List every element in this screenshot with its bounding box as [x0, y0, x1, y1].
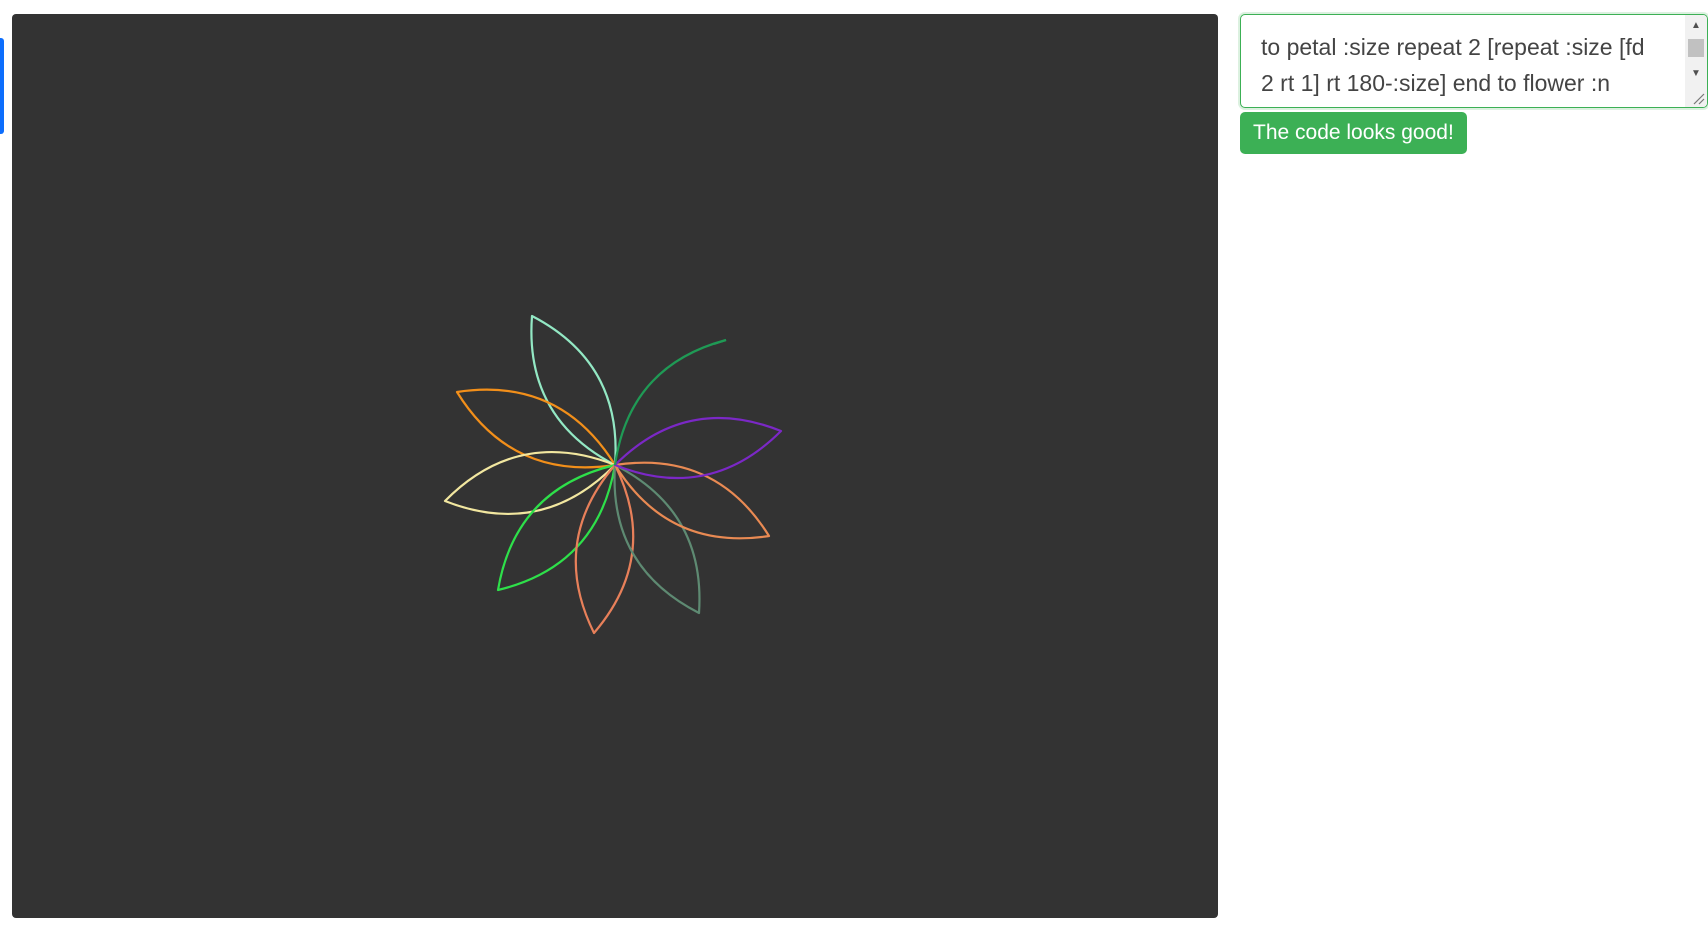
active-indicator	[0, 38, 4, 134]
flower-petal	[613, 461, 771, 540]
code-editor-container: to petal :size repeat 2 [repeat :size [f…	[1240, 14, 1708, 108]
scroll-down-arrow-icon[interactable]: ▼	[1685, 65, 1707, 83]
resize-handle-icon[interactable]	[1691, 91, 1705, 105]
flower-petal	[455, 388, 617, 469]
flower-petal	[613, 463, 701, 615]
turtle-drawing	[443, 314, 783, 635]
flower-petal	[496, 463, 617, 592]
status-badge: The code looks good!	[1240, 112, 1467, 154]
scroll-up-arrow-icon[interactable]: ▲	[1685, 17, 1707, 35]
code-editor[interactable]: to petal :size repeat 2 [repeat :size [f…	[1241, 15, 1681, 107]
flower-petal	[530, 314, 617, 467]
turtle-canvas[interactable]	[12, 14, 1218, 918]
flower-petal	[613, 338, 727, 466]
scrollbar-thumb[interactable]	[1688, 39, 1704, 57]
flower-petal	[613, 416, 783, 480]
